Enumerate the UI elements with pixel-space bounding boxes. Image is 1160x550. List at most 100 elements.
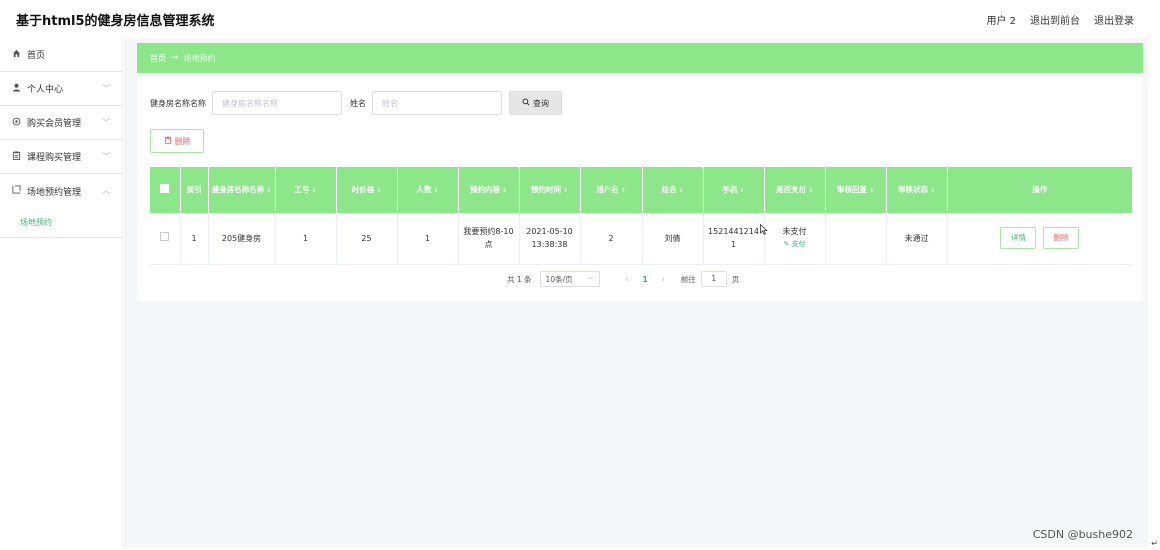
sidebar-subitem-venue-booking[interactable]: 场地预约 [0,208,122,238]
chevron-up-icon: ︿ [102,186,110,195]
pay-link-label: 支付 [791,240,806,249]
cell-time: 2021-05-10 13:38:38 [519,213,581,265]
goto-page-input[interactable]: 1 [700,271,727,287]
sidebar-item-home[interactable]: 首页 [0,38,122,72]
cell-gym-name: 205健身房 [208,213,276,265]
column-header[interactable]: 预约时间 ⇕ [519,167,581,213]
cell-index: 1 [180,213,209,265]
sidebar-item-venue-booking[interactable]: 场地预约管理 ︿ [0,174,122,208]
column-header[interactable]: 索引 [180,167,209,213]
cell-people: 1 [397,213,459,265]
row-delete-button[interactable]: 删除 [1043,227,1080,250]
gear-icon [10,117,22,129]
column-header[interactable]: 审核状态 ⇕ [886,167,948,213]
chevron-down-icon: ﹀ [102,84,110,93]
page-size-value: 10条/页 [545,274,573,284]
main-content: 首页 → 场地预约 健身房名称名称 姓名 查询 [124,38,1148,548]
clipboard-icon [10,150,22,163]
top-bar: 基于html5的健身房信息管理系统 用户 2 退出到前台 退出登录 [0,0,1148,36]
arrow-right-icon: → [171,53,179,63]
sort-icon: ⇕ [376,186,382,194]
column-header[interactable]: 预约内容 ⇕ [458,167,520,213]
column-header[interactable]: 是否支付 ⇕ [764,167,826,213]
search-icon [522,98,530,108]
table-header-row: 索引 健身房名称名称 ⇕ 工号 ⇕ 时价格 ⇕ 人数 ⇕ 预约内容 ⇕ 预约时间 ⇕ 用户名… [150,167,1132,213]
row-checkbox[interactable] [150,213,181,265]
column-header[interactable]: 人数 ⇕ [397,167,459,213]
gym-name-input[interactable] [212,91,342,115]
select-all-checkbox[interactable] [150,167,181,213]
chevron-down-icon: ﹀ [587,276,594,284]
table-row: 1 205健身房 1 25 1 我要预约8-10点 2021-05-10 13:… [150,213,1132,265]
chevron-down-icon: ﹀ [102,118,110,127]
cell-actions: 详情 删除 [947,213,1132,265]
content-panel: 健身房名称名称 姓名 查询 删除 [137,77,1143,301]
column-header: 操作 [947,167,1132,213]
sort-icon: ⇕ [620,186,626,194]
edit-icon: ✎ [783,240,790,249]
name-label: 姓名 [350,98,366,108]
breadcrumb-current: 场地预约 [183,53,216,63]
column-header[interactable]: 审核回复 ⇕ [825,167,887,213]
cell-pay-status: 未支付 ✎ 支付 [764,213,826,265]
sidebar-item-label: 场地预约管理 [27,187,82,198]
column-header[interactable]: 姓名 ⇕ [642,167,704,213]
name-input[interactable] [372,91,502,115]
sort-icon: ⇕ [266,186,272,194]
user-name[interactable]: 用户 2 [986,12,1016,27]
cell-username: 2 [580,213,643,265]
sort-icon: ⇕ [678,186,684,194]
sidebar-item-label: 首页 [27,51,46,61]
sort-icon: ⇕ [868,186,875,194]
prev-page-icon[interactable]: ‹ [626,275,629,284]
sort-icon: ⇕ [433,186,439,194]
column-header[interactable]: 健身房名称名称 ⇕ [208,167,276,213]
column-header[interactable]: 时价格 ⇕ [336,167,398,213]
cell-phone: 15214412141 [703,213,765,265]
cell-content: 我要预约8-10点 [458,213,520,265]
sidebar-item-label: 购买会员管理 [27,119,82,129]
sidebar-item-personal-center[interactable]: 个人中心 ﹀ [0,72,122,106]
batch-delete-button[interactable]: 删除 [150,129,204,153]
query-button[interactable]: 查询 [509,91,562,115]
sidebar: 首页 个人中心 ﹀ 购买会员管理 ﹀ 课程购买管理 ﹀ 场地预约管理 ︿ 场地预… [0,38,123,548]
cell-review-status: 未通过 [886,213,948,265]
cell-name: 刘倩 [642,213,704,265]
home-icon [10,49,22,61]
chevron-down-icon: ﹀ [102,152,110,161]
goto-label: 前往 [680,274,696,284]
sort-icon: ⇕ [807,186,814,194]
pay-link[interactable]: ✎ 支付 [768,238,822,251]
pagination-total: 共 1 条 [507,274,532,284]
next-page-icon[interactable]: › [662,275,665,284]
mouse-cursor-icon [760,223,768,238]
detail-button[interactable]: 详情 [1000,227,1037,250]
sidebar-item-course[interactable]: 课程购买管理 ﹀ [0,140,122,174]
sort-icon: ⇕ [739,186,745,194]
sort-icon: ⇕ [311,186,317,194]
breadcrumb-home[interactable]: 首页 [150,53,166,64]
column-header[interactable]: 用户名 ⇕ [580,167,643,213]
sidebar-item-label: 课程购买管理 [27,153,82,163]
column-header[interactable]: 手机 ⇕ [703,167,765,213]
cell-job-no: 1 [275,213,337,265]
breadcrumb: 首页 → 场地预约 [137,43,1143,73]
gym-name-label: 健身房名称名称 [150,98,206,108]
pay-status-text: 未支付 [782,227,807,237]
page-number-current[interactable]: 1 [643,275,648,284]
sort-icon: ⇕ [501,186,508,194]
return-mark-icon: ↵ [1151,539,1158,548]
sidebar-item-label: 个人中心 [27,85,64,95]
batch-delete-label: 删除 [174,136,191,146]
to-front-link[interactable]: 退出到前台 [1030,12,1080,27]
column-header[interactable]: 工号 ⇕ [275,167,337,213]
logout-link[interactable]: 退出登录 [1094,12,1134,27]
user-icon [10,83,22,95]
sort-icon: ⇕ [929,186,936,194]
search-bar: 健身房名称名称 姓名 查询 [150,91,562,115]
trash-icon [164,136,172,146]
calendar-icon [10,185,22,197]
page-size-select[interactable]: 10条/页 ﹀ [539,271,600,287]
sidebar-item-membership[interactable]: 购买会员管理 ﹀ [0,106,122,140]
query-button-label: 查询 [533,98,549,108]
